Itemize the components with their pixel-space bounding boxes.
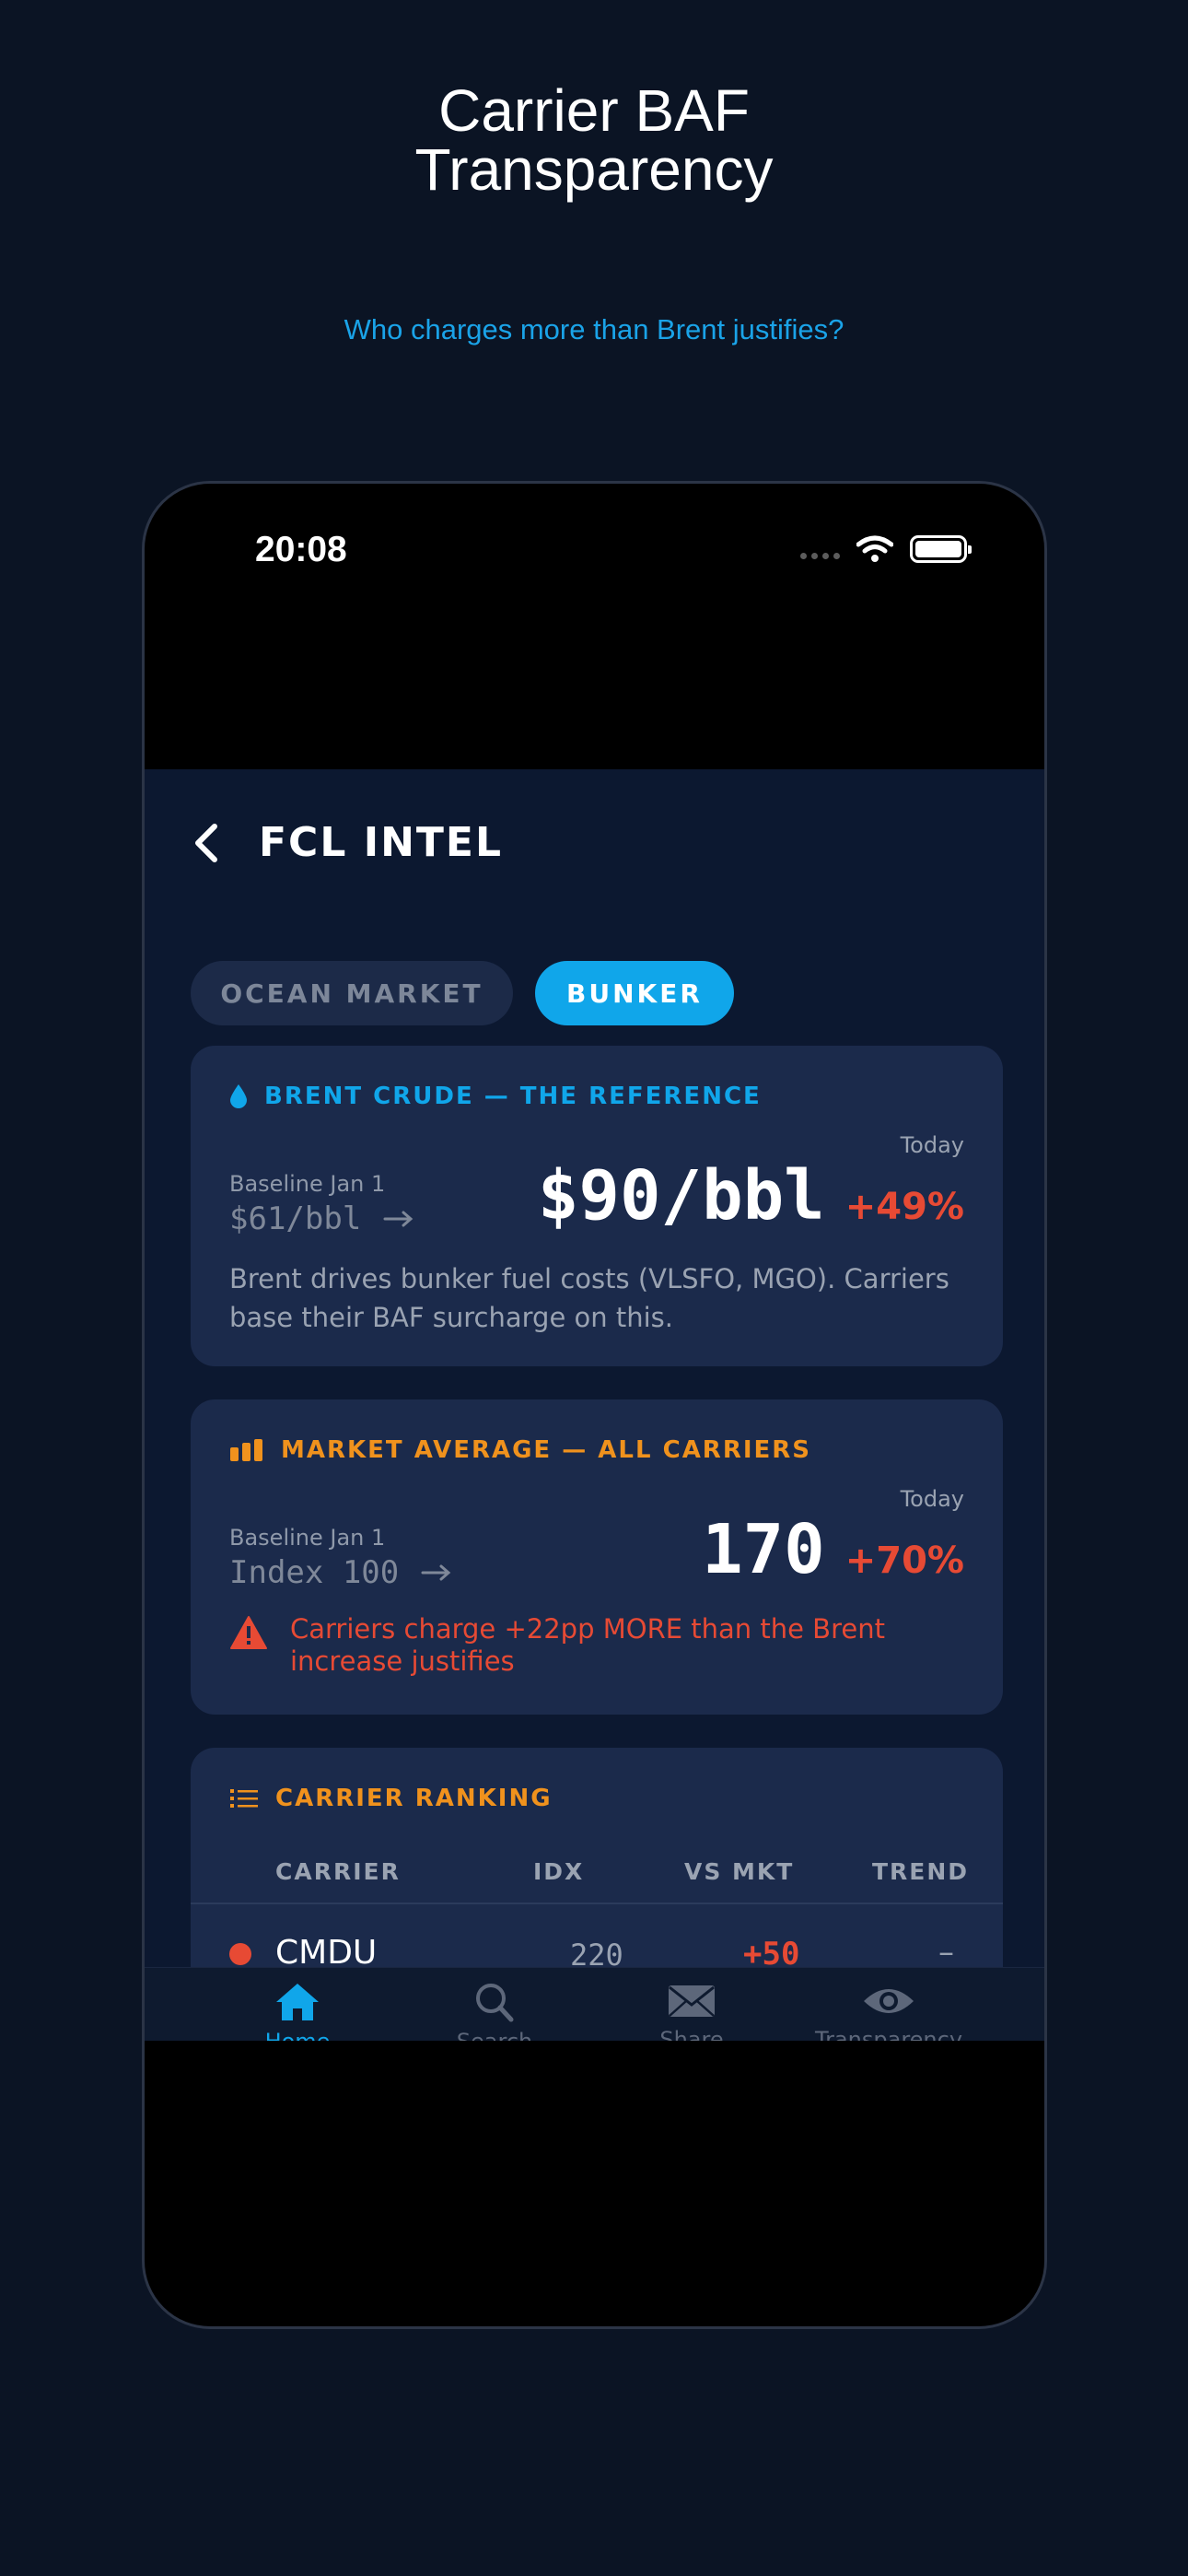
market-card-header: MARKET AVERAGE — ALL CARRIERS: [229, 1436, 811, 1464]
phone-frame: 20:08 FCL INTEL OCEAN MARKET BUNKER BREN…: [142, 481, 1047, 2329]
ranking-card-header: CARRIER RANKING: [229, 1785, 553, 1812]
table-divider: [191, 1903, 1003, 1904]
status-dot: [229, 1943, 251, 1965]
ranking-card-title: CARRIER RANKING: [275, 1785, 553, 1812]
brent-current-value: $90/bbl: [537, 1156, 825, 1235]
tab-transparency-label: Transparency: [814, 2027, 963, 2041]
brent-description: Brent drives bunker fuel costs (VLSFO, M…: [229, 1263, 949, 1333]
promo-title: Carrier BAF Transparency: [0, 81, 1188, 199]
status-time: 20:08: [255, 530, 347, 569]
column-header-idx[interactable]: IDX: [533, 1858, 584, 1885]
tab-search-label: Search: [393, 2029, 596, 2041]
envelope-icon: [669, 1985, 715, 2017]
promo-subtitle: Who charges more than Brent justifies?: [344, 313, 844, 345]
tab-ocean-market[interactable]: OCEAN MARKET: [191, 961, 513, 1025]
nav-title: FCL INTEL: [259, 819, 504, 866]
search-icon: [476, 1984, 514, 2022]
carrier-name: CMDU: [275, 1934, 378, 1972]
market-warning: Carriers charge +22pp MORE than the Bren…: [229, 1613, 966, 1678]
market-change: +70%: [844, 1540, 964, 1582]
tab-bar: Home Search Share: [145, 1967, 1044, 2041]
market-current-value: 170: [702, 1510, 825, 1589]
carrier-trend: –: [938, 1934, 954, 1971]
arrow-right-icon: [421, 1564, 451, 1581]
back-chevron-icon[interactable]: [187, 819, 224, 867]
battery-icon: [910, 535, 972, 563]
tab-share-label: Share: [659, 2027, 724, 2041]
brent-current-row: $90/bbl +49%: [538, 1156, 964, 1235]
market-average-card: MARKET AVERAGE — ALL CARRIERS Today Base…: [191, 1399, 1003, 1715]
brent-card-header: BRENT CRUDE — THE REFERENCE: [229, 1083, 762, 1110]
column-header-vs-mkt[interactable]: VS MKT: [684, 1858, 794, 1885]
tab-bunker[interactable]: BUNKER: [535, 961, 734, 1025]
column-header-carrier[interactable]: CARRIER: [275, 1858, 401, 1885]
brent-today-label: Today: [900, 1132, 964, 1158]
list-icon: [230, 1789, 258, 1808]
brent-baseline-value: $61/bbl: [229, 1200, 414, 1237]
column-header-trend[interactable]: TREND: [872, 1858, 969, 1885]
brent-baseline-text: $61/bbl: [229, 1200, 362, 1237]
wifi-icon: [856, 535, 893, 562]
brent-card: BRENT CRUDE — THE REFERENCE Today Baseli…: [191, 1046, 1003, 1366]
promo-title-line2: Transparency: [414, 136, 774, 203]
market-warning-text: Carriers charge +22pp MORE than the Bren…: [290, 1613, 885, 1677]
tab-home-label: Home: [196, 2029, 399, 2041]
home-icon: [276, 1984, 319, 2020]
cellular-signal-icon: [800, 552, 840, 559]
tab-share[interactable]: Share: [590, 1981, 793, 2041]
market-current-row: 170 +70%: [702, 1510, 964, 1589]
droplet-icon: [230, 1084, 247, 1108]
market-today-label: Today: [900, 1486, 964, 1512]
tab-search[interactable]: Search: [393, 1981, 596, 2041]
warning-icon: [230, 1616, 267, 1649]
status-indicators: [800, 535, 972, 563]
brent-card-title: BRENT CRUDE — THE REFERENCE: [264, 1083, 762, 1110]
market-card-title: MARKET AVERAGE — ALL CARRIERS: [281, 1436, 812, 1464]
brent-baseline-label: Baseline Jan 1: [229, 1171, 386, 1197]
eye-icon: [864, 1989, 914, 2013]
tab-home[interactable]: Home: [196, 1981, 399, 2041]
market-baseline-label: Baseline Jan 1: [229, 1525, 386, 1551]
tab-transparency[interactable]: Transparency: [787, 1981, 990, 2041]
brent-change: +49%: [844, 1186, 964, 1228]
bar-chart-icon: [230, 1439, 262, 1461]
app-screen: FCL INTEL OCEAN MARKET BUNKER BRENT CRUD…: [145, 769, 1044, 2041]
arrow-right-icon: [383, 1211, 413, 1227]
market-baseline-value: Index 100: [229, 1554, 452, 1591]
market-baseline-text: Index 100: [229, 1554, 400, 1591]
promo-title-line1: Carrier BAF: [438, 77, 750, 144]
